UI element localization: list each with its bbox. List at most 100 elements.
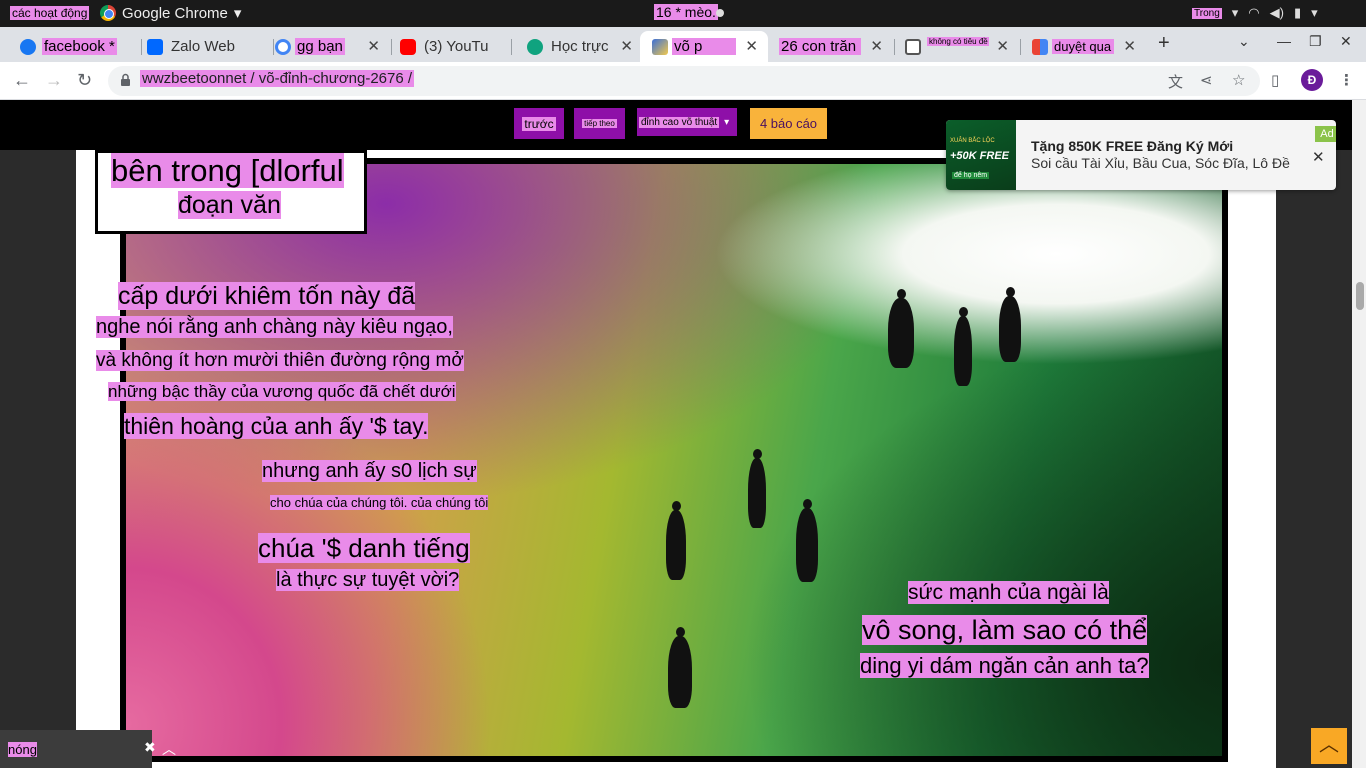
close-tab-icon[interactable]: ✕ — [745, 37, 758, 55]
report-button[interactable]: 4 báo cáo — [750, 108, 827, 139]
profile-avatar[interactable]: Đ — [1301, 69, 1323, 91]
new-tab-button[interactable]: + — [1158, 32, 1170, 55]
caption-line-2: đoạn văn — [178, 191, 281, 219]
series-select[interactable]: đỉnh cao võ thuật ▾ — [637, 108, 737, 136]
close-icon[interactable]: ✖ — [144, 739, 156, 756]
lock-icon — [121, 73, 130, 86]
cultivator-silhouette — [796, 499, 818, 582]
volume-icon: ◀) — [1269, 5, 1284, 20]
find-bar: nóng ✖ ︿ — [0, 730, 176, 768]
dialogue-line: cấp dưới khiêm tốn này đã — [118, 282, 416, 310]
ad-description[interactable]: Soi cầu Tài Xỉu, Bầu Cua, Sóc Đĩa, Lô Đề — [1031, 155, 1290, 171]
ad-headline[interactable]: Tặng 850K FREE Đăng Ký Mới — [1031, 138, 1233, 154]
cultivator-silhouette — [748, 449, 766, 528]
restore-button[interactable]: ❐ — [1309, 33, 1322, 50]
clock[interactable]: 16 * mèo. — [654, 4, 718, 20]
tab-search-icon[interactable]: ⌄ — [1238, 33, 1250, 50]
chevron-down-icon: ▾ — [1311, 5, 1318, 20]
manga-icon — [652, 39, 668, 55]
tab-youtube[interactable]: (3) YouTu — [400, 31, 512, 62]
reload-icon[interactable]: ↻ — [77, 70, 92, 91]
close-tab-icon[interactable]: ✕ — [1123, 37, 1136, 55]
close-tab-icon[interactable]: ✕ — [367, 37, 380, 55]
translate-icon[interactable]: 文 — [1168, 71, 1183, 92]
wifi-icon: ◠ — [1248, 5, 1260, 20]
tab-vo-p-active[interactable]: võ p ✕ — [640, 31, 768, 62]
address-bar[interactable]: wwzbeetoonnet / võ-đỉnh-chương-2676 / — [108, 66, 1260, 96]
next-chapter-button[interactable]: tiếp theo — [574, 108, 625, 139]
tab-separator — [273, 39, 274, 55]
chatgpt-icon — [527, 39, 543, 55]
tab-title: gg bạn — [295, 38, 345, 55]
tab-separator — [511, 39, 512, 55]
close-tab-icon[interactable]: ✕ — [620, 37, 633, 55]
scroll-to-top-button[interactable]: ︿ — [1311, 728, 1347, 764]
youtube-icon — [400, 39, 416, 55]
dialogue-line: chúa '$ danh tiếng — [258, 533, 470, 563]
dialogue-line: những bậc thầy của vương quốc đã chết dư… — [108, 382, 456, 401]
prev-chapter-button[interactable]: trước — [514, 108, 564, 139]
chevron-up-icon[interactable]: ︿ — [162, 739, 176, 759]
activities-button[interactable]: các hoạt động — [10, 6, 90, 20]
chevron-down-icon: ▾ — [724, 116, 730, 128]
chrome-icon — [100, 5, 116, 21]
page-scrollbar[interactable] — [1352, 100, 1366, 768]
tab-title: duyệt qua F — [1052, 39, 1114, 54]
minimize-button[interactable]: — — [1277, 33, 1291, 49]
cultivator-silhouette — [954, 307, 972, 386]
tab-title: võ p — [672, 38, 736, 55]
forward-arrow-icon[interactable]: → — [45, 70, 63, 91]
chevron-down-icon: ▾ — [233, 5, 242, 22]
system-tray[interactable]: Trong ▾ ◠ ◀) ▮ ▾ — [1192, 5, 1318, 21]
document-icon — [905, 39, 921, 55]
share-icon[interactable]: ⋖ — [1200, 71, 1213, 89]
dialogue-line: nghe nói rằng anh chàng này kiêu ngạo, — [96, 316, 453, 338]
caption-box: bên trong [dlorful đoạn văn — [95, 150, 367, 234]
system-top-bar: các hoạt động Google Chrome ▾ 16 * mèo. … — [0, 0, 1366, 27]
tab-duyet-qua[interactable]: duyệt qua F ✕ — [1032, 31, 1136, 62]
tab-khong-tieu-de[interactable]: không có tiêu đề ✕ — [905, 31, 1021, 62]
dialogue-line: là thực sự tuyệt vời? — [276, 569, 460, 591]
dialogue-line: sức mạnh của ngài là — [908, 581, 1109, 604]
tab-con-tran[interactable]: 26 con trăn P ✕ — [779, 31, 895, 62]
tab-facebook[interactable]: facebook * — [20, 31, 142, 62]
input-language[interactable]: Trong — [1192, 7, 1222, 19]
tab-separator — [894, 39, 895, 55]
tab-zalo[interactable]: Zalo Web — [147, 31, 274, 62]
dialogue-line: thiên hoàng của anh ấy '$ tay. — [124, 413, 429, 439]
scrollbar-thumb[interactable] — [1356, 282, 1364, 310]
tab-separator — [141, 39, 142, 55]
tab-title: 26 con trăn P — [779, 38, 861, 55]
dialogue-line: và không ít hơn mười thiên đường rộng mở — [96, 350, 464, 371]
bookmark-star-icon[interactable]: ☆ — [1232, 71, 1245, 89]
close-window-button[interactable]: ✕ — [1340, 33, 1352, 50]
tab-title: Zalo Web — [171, 38, 235, 55]
ad-image: XUÂN BẮC LỘC +50K FREE để họ nêm — [946, 120, 1016, 190]
back-arrow-icon[interactable]: ← — [13, 70, 31, 91]
close-tab-icon[interactable]: ✕ — [996, 37, 1009, 55]
tab-title: Học trực — [551, 38, 609, 55]
ad-image-title: XUÂN BẮC LỘC — [950, 138, 995, 144]
tab-separator — [391, 39, 392, 55]
dialogue-line: ding yi dám ngăn cản anh ta? — [860, 653, 1149, 678]
tab-hoc-truc[interactable]: Học trực ✕ — [527, 31, 633, 62]
tab-separator — [1020, 39, 1021, 55]
ad-image-headline: +50K FREE — [950, 150, 1009, 162]
side-panel-icon[interactable]: ▯ — [1271, 71, 1279, 89]
caption-line-1: bên trong [dlorful — [111, 153, 344, 188]
url-text[interactable]: wwzbeetoonnet / võ-đỉnh-chương-2676 / — [140, 70, 415, 87]
more-menu-icon[interactable]: ⋮ — [1339, 71, 1354, 89]
cultivator-silhouette — [999, 287, 1021, 362]
app-menu[interactable]: Google Chrome ▾ — [100, 4, 241, 22]
close-icon[interactable]: ✕ — [1312, 148, 1325, 166]
tab-title: facebook * — [42, 38, 117, 55]
close-tab-icon[interactable]: ✕ — [870, 37, 883, 55]
cultivator-silhouette — [888, 289, 914, 368]
find-query[interactable]: nóng — [8, 742, 37, 757]
tab-title: không có tiêu đề — [927, 37, 989, 46]
tab-google[interactable]: gg bạn ✕ — [275, 31, 392, 62]
google-icon — [275, 39, 291, 55]
ad-banner[interactable]: XUÂN BẮC LỘC +50K FREE để họ nêm Tặng 85… — [946, 120, 1336, 190]
chevron-down-icon: ▾ — [1231, 5, 1239, 20]
google-apps-icon — [1032, 39, 1048, 55]
